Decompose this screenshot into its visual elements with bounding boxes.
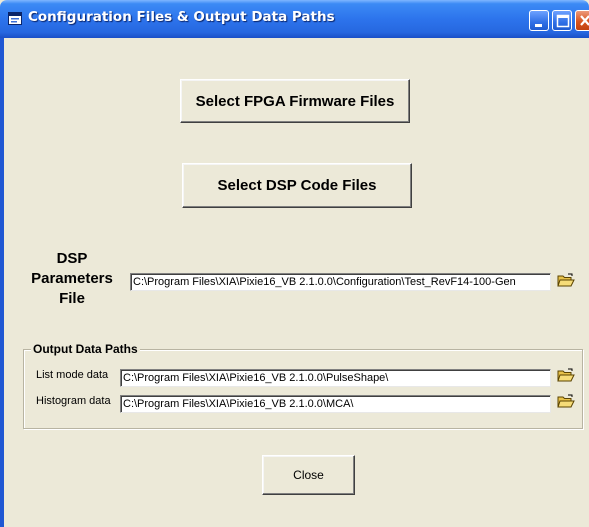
- app-window-icon: [8, 12, 22, 25]
- output-data-paths-title: Output Data Paths: [31, 342, 140, 356]
- close-window-button[interactable]: [575, 10, 589, 31]
- open-folder-icon[interactable]: [557, 368, 575, 384]
- select-dsp-code-button[interactable]: Select DSP Code Files: [182, 163, 412, 208]
- window-title: Configuration Files & Output Data Paths: [28, 9, 335, 25]
- title-bar[interactable]: Configuration Files & Output Data Paths: [0, 0, 589, 38]
- maximize-button[interactable]: [552, 10, 572, 31]
- list-mode-data-label: List mode data: [36, 369, 109, 381]
- dsp-parameters-label: DSP Parameters File: [31, 250, 113, 307]
- histogram-data-path-field[interactable]: C:\Program Files\XIA\Pixie16_VB 2.1.0.0\…: [120, 395, 551, 413]
- output-data-paths-group: [23, 349, 583, 429]
- window-frame-edge: [0, 38, 4, 527]
- config-window: Configuration Files & Output Data Paths …: [0, 0, 589, 527]
- select-fpga-firmware-button[interactable]: Select FPGA Firmware Files: [180, 79, 410, 123]
- open-folder-icon[interactable]: [557, 273, 575, 289]
- minimize-icon: [535, 24, 542, 27]
- close-window-icon: [580, 15, 589, 26]
- open-folder-icon[interactable]: [557, 394, 575, 410]
- maximize-icon: [556, 14, 570, 28]
- list-mode-data-path-field[interactable]: C:\Program Files\XIA\Pixie16_VB 2.1.0.0\…: [120, 369, 551, 387]
- minimize-button[interactable]: [529, 10, 549, 31]
- close-button[interactable]: Close: [262, 455, 355, 495]
- dsp-parameters-file-field[interactable]: C:\Program Files\XIA\Pixie16_VB 2.1.0.0\…: [130, 273, 551, 291]
- histogram-data-label: Histogram data: [36, 395, 111, 407]
